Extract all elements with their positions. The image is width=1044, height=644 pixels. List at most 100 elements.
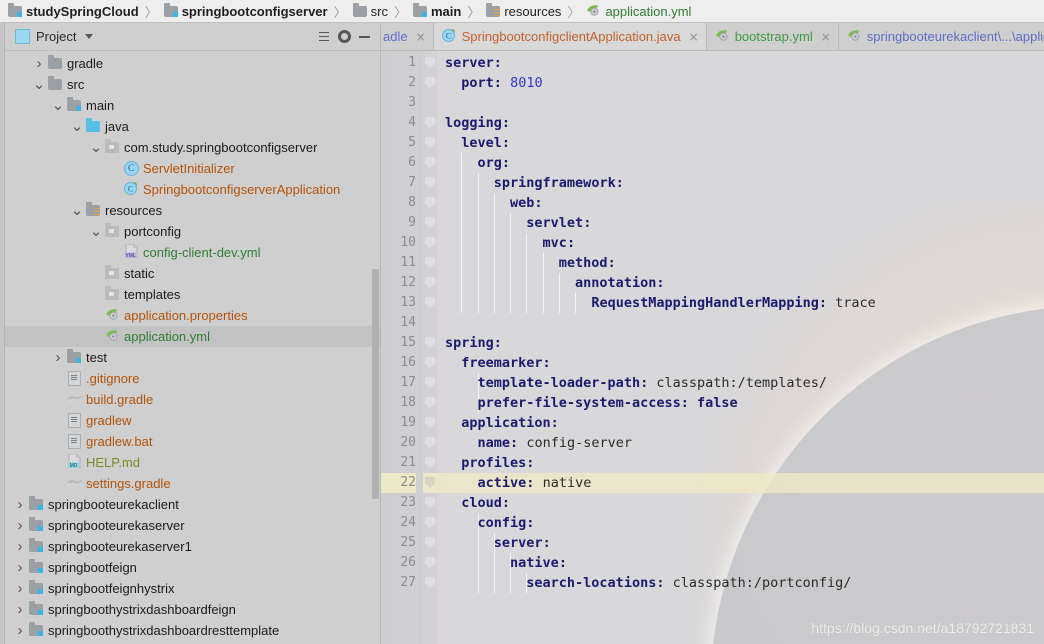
code-line[interactable]: spring: bbox=[437, 333, 1044, 353]
fold-marker[interactable] bbox=[423, 173, 437, 193]
fold-marker[interactable] bbox=[423, 313, 437, 333]
tree-node-templates[interactable]: templates bbox=[5, 284, 380, 305]
code-line[interactable]: config: bbox=[437, 513, 1044, 533]
editor-tab-adle[interactable]: adle × bbox=[381, 23, 434, 50]
code-line[interactable]: method: bbox=[437, 253, 1044, 273]
scrollbar-thumb[interactable] bbox=[372, 269, 379, 499]
fold-marker[interactable] bbox=[423, 93, 437, 113]
editor-tab-springbootconfigclientapplication-java[interactable]: C SpringbootconfigclientApplication.java × bbox=[433, 23, 707, 50]
chevron-right-icon[interactable]: › bbox=[13, 496, 27, 513]
tree-node-gradlew[interactable]: gradlew bbox=[5, 410, 380, 431]
code-line[interactable]: springframework: bbox=[437, 173, 1044, 193]
tree-node-test[interactable]: › test bbox=[5, 347, 380, 368]
breadcrumb-item-src[interactable]: src bbox=[351, 2, 390, 19]
fold-marker[interactable] bbox=[423, 453, 437, 473]
fold-marker[interactable] bbox=[423, 273, 437, 293]
breadcrumb-item-application-yml[interactable]: application.yml bbox=[584, 3, 693, 20]
fold-marker[interactable] bbox=[423, 113, 437, 133]
fold-marker[interactable] bbox=[423, 73, 437, 93]
fold-marker[interactable] bbox=[423, 213, 437, 233]
fold-marker[interactable] bbox=[423, 153, 437, 173]
tree-node-settings-gradle[interactable]: settings.gradle bbox=[5, 473, 380, 494]
tree-node-main[interactable]: ⌄ main bbox=[5, 95, 380, 116]
fold-marker[interactable] bbox=[423, 573, 437, 593]
fold-marker[interactable] bbox=[423, 493, 437, 513]
code-line[interactable]: server: bbox=[437, 533, 1044, 553]
code-folding-gutter[interactable] bbox=[423, 51, 437, 644]
settings-button[interactable] bbox=[334, 27, 354, 47]
fold-marker[interactable] bbox=[423, 373, 437, 393]
tree-node-static[interactable]: static bbox=[5, 263, 380, 284]
chevron-right-icon[interactable]: › bbox=[13, 601, 27, 618]
code-line[interactable]: profiles: bbox=[437, 453, 1044, 473]
tree-node-springbootfeignhystrix[interactable]: › springbootfeignhystrix bbox=[5, 578, 380, 599]
tree-node-springbootconfigserverapplication[interactable]: C SpringbootconfigserverApplication bbox=[5, 179, 380, 200]
chevron-down-icon[interactable]: ⌄ bbox=[89, 224, 103, 239]
chevron-right-icon[interactable]: › bbox=[13, 517, 27, 534]
code-line[interactable]: prefer-file-system-access: false bbox=[437, 393, 1044, 413]
close-icon[interactable]: × bbox=[689, 30, 699, 44]
tree-node-src[interactable]: ⌄ src bbox=[5, 74, 380, 95]
code-line[interactable]: servlet: bbox=[437, 213, 1044, 233]
code-line[interactable] bbox=[437, 93, 1044, 113]
fold-marker[interactable] bbox=[423, 413, 437, 433]
chevron-right-icon[interactable]: › bbox=[13, 580, 27, 597]
tree-node-application-properties[interactable]: application.properties bbox=[5, 305, 380, 326]
close-icon[interactable]: × bbox=[821, 30, 831, 44]
code-line[interactable]: name: config-server bbox=[437, 433, 1044, 453]
chevron-right-icon[interactable]: › bbox=[13, 538, 27, 555]
chevron-right-icon[interactable]: › bbox=[32, 55, 46, 72]
tree-node-springbooteurekaserver[interactable]: › springbooteurekaserver bbox=[5, 515, 380, 536]
code-content[interactable]: server: port: 8010 logging: level: org: … bbox=[437, 51, 1044, 644]
fold-marker[interactable] bbox=[423, 253, 437, 273]
project-tree[interactable]: › gradle ⌄ src ⌄ main ⌄ java ⌄ com.study.springbo… bbox=[5, 51, 380, 644]
code-line[interactable]: web: bbox=[437, 193, 1044, 213]
code-line[interactable]: org: bbox=[437, 153, 1044, 173]
code-line[interactable]: RequestMappingHandlerMapping: trace bbox=[437, 293, 1044, 313]
hide-button[interactable] bbox=[354, 27, 374, 47]
tree-node-application-yml[interactable]: application.yml bbox=[5, 326, 380, 347]
chevron-right-icon[interactable]: › bbox=[13, 559, 27, 576]
tree-node--gitignore[interactable]: .gitignore bbox=[5, 368, 380, 389]
editor-tab-bootstrap-yml[interactable]: bootstrap.yml × bbox=[707, 23, 839, 50]
fold-marker[interactable] bbox=[423, 533, 437, 553]
fold-marker[interactable] bbox=[423, 193, 437, 213]
project-view-selector[interactable]: Project bbox=[15, 29, 94, 44]
breadcrumb-item-resources[interactable]: resources bbox=[484, 2, 563, 19]
tree-node-springboothystrixdashboardresttemplate[interactable]: › springboothystrixdashboardresttemplate bbox=[5, 620, 380, 641]
tree-node-springbootfeign[interactable]: › springbootfeign bbox=[5, 557, 380, 578]
tree-node-gradle[interactable]: › gradle bbox=[5, 53, 380, 74]
code-line[interactable]: search-locations: classpath:/portconfig/ bbox=[437, 573, 1044, 593]
editor-tab-springbooteurekaclient-applica[interactable]: springbooteurekaclient\...\applica bbox=[839, 23, 1044, 50]
code-line[interactable]: mvc: bbox=[437, 233, 1044, 253]
tree-node-portconfig[interactable]: ⌄ portconfig bbox=[5, 221, 380, 242]
project-scrollbar[interactable] bbox=[371, 51, 380, 644]
chevron-right-icon[interactable]: › bbox=[51, 349, 65, 366]
code-line[interactable]: port: 8010 bbox=[437, 73, 1044, 93]
tree-node-config-client-dev-yml[interactable]: YML config-client-dev.yml bbox=[5, 242, 380, 263]
fold-marker[interactable] bbox=[423, 553, 437, 573]
tree-node-springboothystrixdashboardfeign[interactable]: › springboothystrixdashboardfeign bbox=[5, 599, 380, 620]
chevron-down-icon[interactable]: ⌄ bbox=[89, 140, 103, 155]
code-line[interactable]: cloud: bbox=[437, 493, 1044, 513]
tree-node-servletinitializer[interactable]: C ServletInitializer bbox=[5, 158, 380, 179]
tree-node-gradlew-bat[interactable]: gradlew.bat bbox=[5, 431, 380, 452]
breadcrumb-item-studyspringcloud[interactable]: studySpringCloud bbox=[6, 2, 141, 19]
fold-marker[interactable] bbox=[423, 293, 437, 313]
code-line[interactable]: server: bbox=[437, 53, 1044, 73]
fold-marker[interactable] bbox=[423, 433, 437, 453]
fold-marker[interactable] bbox=[423, 53, 437, 73]
chevron-down-icon[interactable]: ⌄ bbox=[32, 77, 46, 92]
tree-node-resources[interactable]: ⌄ resources bbox=[5, 200, 380, 221]
tree-node-com-study-springbootconfigserver[interactable]: ⌄ com.study.springbootconfigserver bbox=[5, 137, 380, 158]
chevron-down-icon[interactable]: ⌄ bbox=[70, 203, 84, 218]
tree-node-help-md[interactable]: MD HELP.md bbox=[5, 452, 380, 473]
code-line[interactable]: logging: bbox=[437, 113, 1044, 133]
chevron-down-icon[interactable] bbox=[85, 34, 94, 39]
breadcrumb-item-main[interactable]: main bbox=[411, 2, 463, 19]
fold-marker[interactable] bbox=[423, 333, 437, 353]
tree-node-build-gradle[interactable]: build.gradle bbox=[5, 389, 380, 410]
code-line[interactable]: template-loader-path: classpath:/templat… bbox=[437, 373, 1044, 393]
fold-marker[interactable] bbox=[423, 393, 437, 413]
code-line[interactable]: native: bbox=[437, 553, 1044, 573]
